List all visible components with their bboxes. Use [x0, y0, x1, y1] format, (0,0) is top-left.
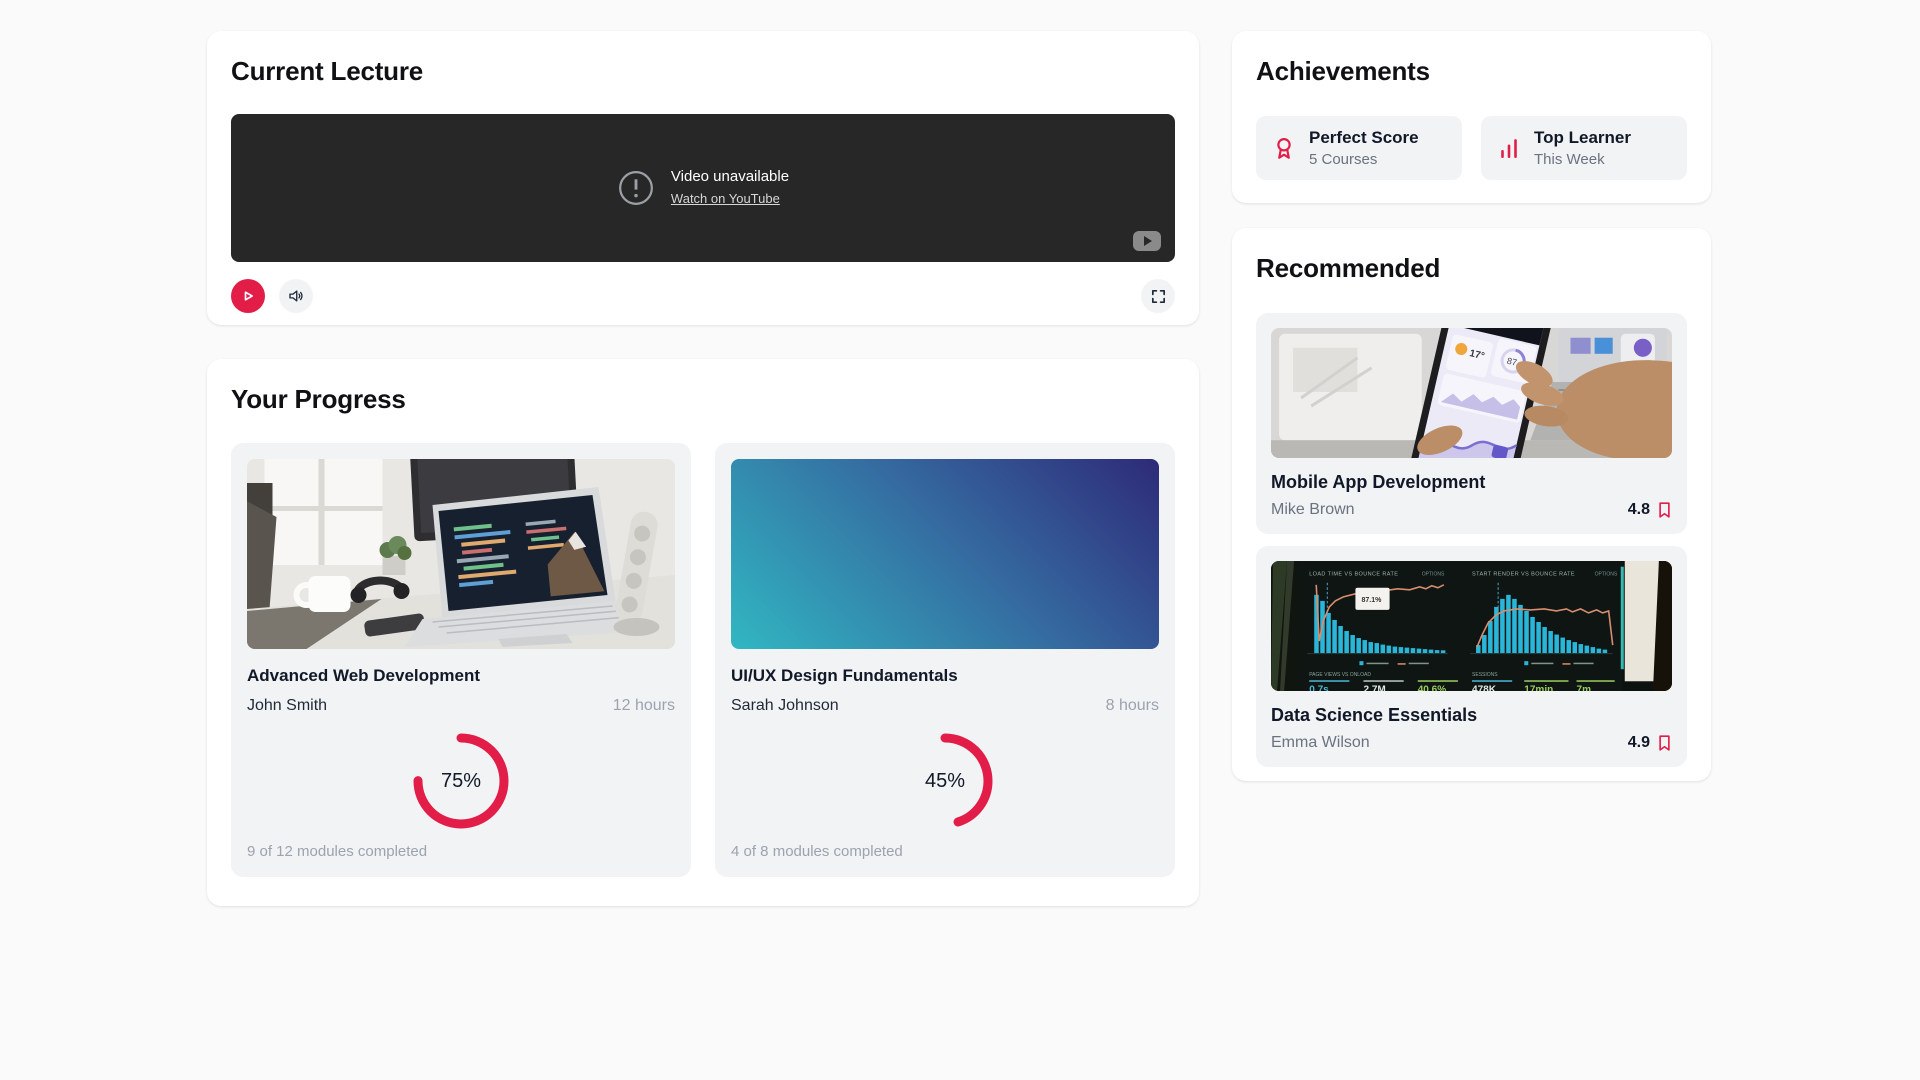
current-lecture-title: Current Lecture: [231, 56, 424, 86]
recommended-course-title: Data Science Essentials: [1271, 705, 1478, 725]
stat-value: 2.7M: [1363, 684, 1385, 691]
course-instructor: Sarah Johnson: [731, 697, 839, 714]
stat-value: 7m: [1577, 684, 1592, 691]
panel1-options: OPTIONS: [1422, 572, 1445, 578]
recommended-course-title: Mobile App Development: [1271, 472, 1486, 492]
recommended-card: Recommended 17° 87 Mobile App Developmen…: [1232, 228, 1711, 781]
course-duration: 12 hours: [612, 697, 675, 714]
volume-icon: [289, 290, 303, 302]
phone-in-hand-photo: Hey Balazs 17° 87: [1271, 328, 1672, 458]
fullscreen-button[interactable]: [1141, 279, 1175, 313]
achievement-title: Perfect Score: [1309, 128, 1419, 147]
current-lecture-card: Current Lecture Video unavailable Watch …: [207, 31, 1199, 325]
watch-on-youtube-link[interactable]: Watch on YouTube: [671, 191, 780, 206]
rating-group: 4.9: [1628, 734, 1672, 752]
recommended-author: Emma Wilson: [1271, 734, 1370, 751]
video-unavailable-message: Video unavailable Watch on YouTube: [231, 114, 1175, 262]
modules-completed-text: 4 of 8 modules completed: [731, 843, 903, 860]
course-instructor: John Smith: [247, 697, 328, 714]
rating-group: 4.8: [1628, 501, 1672, 519]
stat-value: 0.7s: [1309, 684, 1329, 691]
fullscreen-icon: [1151, 289, 1165, 303]
course-thumbnail: [731, 459, 1159, 649]
analytics-dashboard-photo: LOAD TIME VS BOUNCE RATE OPTIONS 87.1% S…: [1271, 561, 1672, 691]
modules-completed-text: 9 of 12 modules completed: [247, 843, 428, 860]
recommended-item-mobile-app-development[interactable]: Hey Balazs 17° 87: [1256, 313, 1687, 534]
progress-ring: 45%: [731, 724, 1159, 838]
youtube-logo[interactable]: [1133, 231, 1161, 251]
panel2-options: OPTIONS: [1595, 572, 1618, 578]
recommended-title: Recommended: [1256, 253, 1441, 283]
bottom-right-title: SESSIONS: [1472, 672, 1498, 678]
rating-value: 4.8: [1627, 501, 1650, 518]
course-card-uiux-design-fundamentals[interactable]: UI/UX Design Fundamentals Sarah Johnson …: [715, 443, 1175, 877]
achievement-perfect-score: Perfect Score 5 Courses: [1256, 116, 1462, 180]
achievement-list: Perfect Score 5 Courses Top Learner This…: [1256, 116, 1687, 180]
volume-button[interactable]: [279, 279, 313, 313]
achievement-title: Top Learner: [1534, 128, 1631, 147]
recommended-item-data-science-essentials[interactable]: LOAD TIME VS BOUNCE RATE OPTIONS 87.1% S…: [1256, 546, 1687, 767]
achievements-title: Achievements: [1256, 56, 1430, 86]
rating-value: 4.9: [1627, 734, 1650, 751]
bar-chart-icon: [1501, 139, 1517, 158]
panel1-title: LOAD TIME VS BOUNCE RATE: [1309, 572, 1398, 578]
achievement-subtitle: This Week: [1534, 151, 1605, 168]
bottom-left-title: PAGE VIEWS VS ONLOAD: [1309, 672, 1371, 678]
video-player[interactable]: Video unavailable Watch on YouTube: [231, 114, 1175, 262]
stat-value: 17min: [1524, 684, 1553, 691]
achievements-card: Achievements Perfect Score 5 Courses Top…: [1232, 31, 1711, 203]
course-duration: 8 hours: [1105, 697, 1159, 714]
play-button[interactable]: [231, 279, 265, 313]
bookmark-icon[interactable]: [1657, 501, 1672, 519]
recommended-author: Mike Brown: [1271, 501, 1355, 518]
stat-value: 40.6%: [1418, 684, 1447, 691]
panel1-annotation: 87.1%: [1361, 597, 1382, 604]
panel2-title: START RENDER VS BOUNCE RATE: [1472, 572, 1575, 578]
your-progress-card: Your Progress Advanced Web Development J…: [207, 359, 1199, 906]
course-card-advanced-web-development[interactable]: Advanced Web Development John Smith 12 h…: [231, 443, 691, 877]
award-icon: [1277, 138, 1291, 159]
alert-circle-icon: [618, 171, 653, 205]
youtube-play-triangle: [1144, 236, 1152, 246]
play-icon: [244, 291, 253, 301]
your-progress-title: Your Progress: [231, 384, 406, 414]
achievement-top-learner: Top Learner This Week: [1481, 116, 1687, 180]
video-unavailable-text: Video unavailable: [670, 168, 790, 185]
bookmark-icon[interactable]: [1657, 734, 1672, 752]
recommended-thumbnail: LOAD TIME VS BOUNCE RATE OPTIONS 87.1% S…: [1271, 561, 1672, 691]
progress-percent-label: 75%: [440, 769, 482, 792]
course-list: Advanced Web Development John Smith 12 h…: [231, 443, 1175, 877]
progress-ring: 75%: [247, 724, 675, 838]
video-controls: [231, 279, 1175, 313]
progress-percent-label: 45%: [924, 769, 966, 792]
course-thumbnail: [247, 459, 675, 649]
recommended-thumbnail: Hey Balazs 17° 87: [1271, 328, 1672, 458]
stat-value: 478K: [1472, 684, 1497, 691]
laptop-code-photo: [247, 459, 675, 649]
achievement-subtitle: 5 Courses: [1309, 151, 1378, 168]
course-title: Advanced Web Development: [247, 666, 481, 685]
course-title: UI/UX Design Fundamentals: [731, 666, 958, 685]
